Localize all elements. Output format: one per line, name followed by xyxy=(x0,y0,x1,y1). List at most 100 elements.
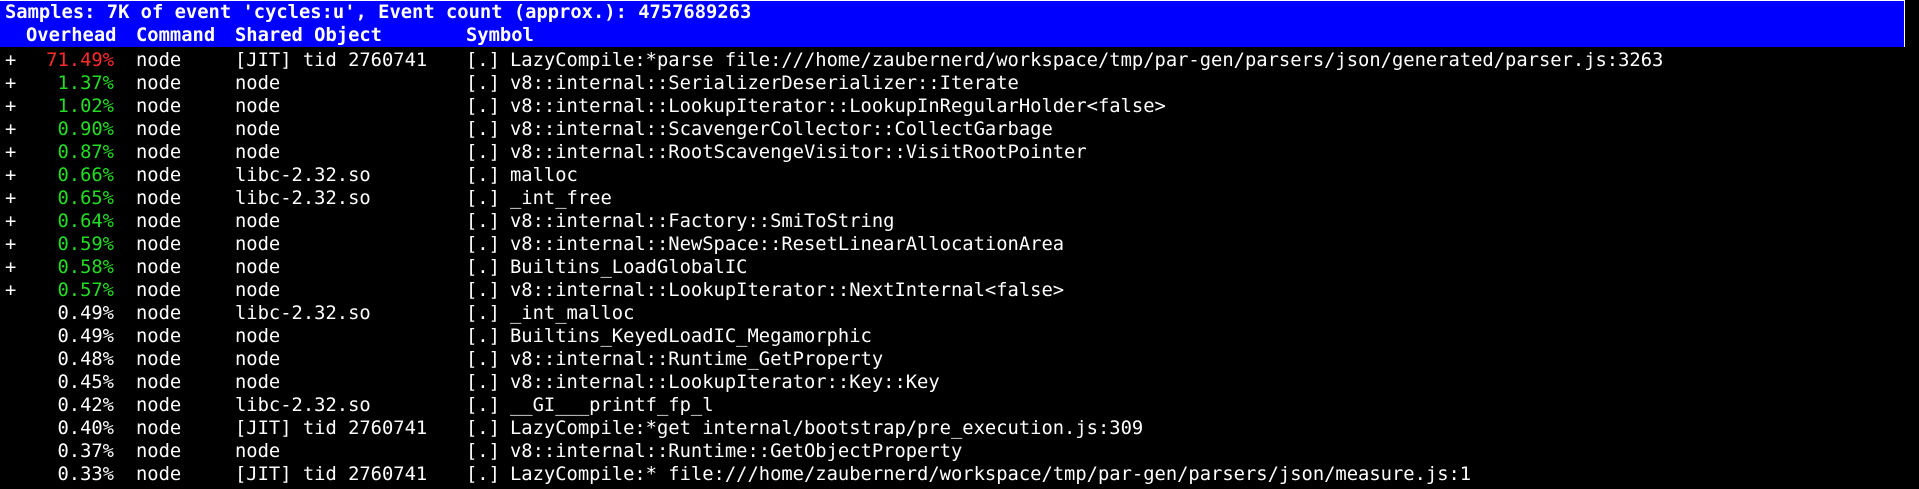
symbol-name: v8::internal::LookupIterator::LookupInRe… xyxy=(510,96,1166,117)
symbol-level: [.] xyxy=(466,303,500,324)
symbol-level: [.] xyxy=(466,326,500,347)
symbol-level: [.] xyxy=(466,395,500,416)
shared-object-value: libc-2.32.so xyxy=(235,303,371,324)
shared-object-value: libc-2.32.so xyxy=(235,395,371,416)
symbol-level: [.] xyxy=(466,464,500,485)
command-value: node xyxy=(136,211,182,232)
symbol-level: [.] xyxy=(466,73,500,94)
command-value: node xyxy=(136,326,182,347)
shared-object-value: node xyxy=(235,326,281,347)
symbol-name: v8::internal::Factory::SmiToString xyxy=(510,211,895,232)
overhead-value: 0.49% xyxy=(57,326,114,347)
symbol-name: v8::internal::ScavengerCollector::Collec… xyxy=(510,119,1053,140)
shared-object-value: libc-2.32.so xyxy=(235,188,371,209)
overhead-value: 0.33% xyxy=(57,464,114,485)
symbol-name: v8::internal::RootScavengeVisitor::Visit… xyxy=(510,142,1087,163)
command-value: node xyxy=(136,142,182,163)
overhead-value: 0.45% xyxy=(57,372,114,393)
shared-object-value: [JIT] tid 2760741 xyxy=(235,464,428,485)
command-value: node xyxy=(136,418,182,439)
symbol-name: LazyCompile:*parse file:///home/zauberne… xyxy=(510,50,1664,71)
overhead-value: 0.40% xyxy=(57,418,114,439)
command-value: node xyxy=(136,280,182,301)
command-value: node xyxy=(136,464,182,485)
column-header-shared-object[interactable]: Shared Object xyxy=(235,24,382,47)
shared-object-value: node xyxy=(235,73,281,94)
perf-report-terminal: Samples: 7K of event 'cycles:u', Event c… xyxy=(0,0,1919,489)
overhead-value: 0.37% xyxy=(57,441,114,462)
symbol-name: Builtins_LoadGlobalIC xyxy=(510,257,748,278)
shared-object-value: node xyxy=(235,211,281,232)
overhead-value: 1.37% xyxy=(57,73,114,94)
shared-object-value: node xyxy=(235,119,281,140)
shared-object-value: node xyxy=(235,142,281,163)
symbol-name: LazyCompile:* file:///home/zaubernerd/wo… xyxy=(510,464,1472,485)
overhead-value: 0.59% xyxy=(57,234,114,255)
overhead-value: 0.66% xyxy=(57,165,114,186)
symbol-name: _int_free xyxy=(510,188,612,209)
symbol-level: [.] xyxy=(466,165,500,186)
symbol-level: [.] xyxy=(466,211,500,232)
summary-text: Samples: 7K of event 'cycles:u', Event c… xyxy=(5,2,752,23)
command-value: node xyxy=(136,372,182,393)
symbol-level: [.] xyxy=(466,96,500,117)
overhead-value: 0.57% xyxy=(57,280,114,301)
overhead-value: 0.42% xyxy=(57,395,114,416)
overhead-value: 71.49% xyxy=(46,50,114,71)
shared-object-value: node xyxy=(235,349,281,370)
overhead-value: 0.58% xyxy=(57,257,114,278)
symbol-level: [.] xyxy=(466,349,500,370)
symbol-level: [.] xyxy=(466,280,500,301)
symbol-level: [.] xyxy=(466,234,500,255)
symbol-level: [.] xyxy=(466,418,500,439)
summary-line: Samples: 7K of event 'cycles:u', Event c… xyxy=(0,1,751,24)
overhead-value: 1.02% xyxy=(57,96,114,117)
column-header-command[interactable]: Command xyxy=(136,24,215,47)
shared-object-value: libc-2.32.so xyxy=(235,165,371,186)
symbol-name: Builtins_KeyedLoadIC_Megamorphic xyxy=(510,326,872,347)
command-value: node xyxy=(136,50,182,71)
symbol-name: v8::internal::NewSpace::ResetLinearAlloc… xyxy=(510,234,1065,255)
overhead-value: 0.49% xyxy=(57,303,114,324)
symbol-name: v8::internal::LookupIterator::Key::Key xyxy=(510,372,940,393)
command-value: node xyxy=(136,303,182,324)
symbol-level: [.] xyxy=(466,188,500,209)
column-header-symbol[interactable]: Symbol xyxy=(466,24,534,47)
symbol-level: [.] xyxy=(466,372,500,393)
overhead-value: 0.64% xyxy=(57,211,114,232)
overhead-value: 0.90% xyxy=(57,119,114,140)
command-value: node xyxy=(136,165,182,186)
shared-object-value: node xyxy=(235,257,281,278)
symbol-level: [.] xyxy=(466,441,500,462)
overhead-value: 0.48% xyxy=(57,349,114,370)
symbol-name: v8::internal::Runtime_GetProperty xyxy=(510,349,884,370)
shared-object-value: node xyxy=(235,441,281,462)
shared-object-value: node xyxy=(235,96,281,117)
column-header-overhead[interactable]: Overhead xyxy=(26,24,116,47)
overhead-value: 0.87% xyxy=(57,142,114,163)
symbol-name: __GI___printf_fp_l xyxy=(510,395,714,416)
command-value: node xyxy=(136,73,182,94)
symbol-level: [.] xyxy=(466,142,500,163)
symbol-level: [.] xyxy=(466,50,500,71)
symbol-name: malloc xyxy=(510,165,578,186)
symbol-name: v8::internal::Runtime::GetObjectProperty xyxy=(510,441,963,462)
shared-object-value: node xyxy=(235,372,281,393)
command-value: node xyxy=(136,257,182,278)
shared-object-value: [JIT] tid 2760741 xyxy=(235,418,428,439)
symbol-name: v8::internal::SerializerDeserializer::It… xyxy=(510,73,1019,94)
shared-object-value: node xyxy=(235,234,281,255)
overhead-value: 0.65% xyxy=(57,188,114,209)
symbol-name: _int_malloc xyxy=(510,303,635,324)
shared-object-value: node xyxy=(235,280,281,301)
command-value: node xyxy=(136,395,182,416)
symbol-name: v8::internal::LookupIterator::NextIntern… xyxy=(510,280,1065,301)
column-header-row: Overhead Command Shared Object Symbol xyxy=(0,24,534,47)
shared-object-value: [JIT] tid 2760741 xyxy=(235,50,428,71)
command-value: node xyxy=(136,349,182,370)
symbol-level: [.] xyxy=(466,119,500,140)
command-value: node xyxy=(136,441,182,462)
symbol-name: LazyCompile:*get internal/bootstrap/pre_… xyxy=(510,418,1144,439)
command-value: node xyxy=(136,188,182,209)
command-value: node xyxy=(136,119,182,140)
